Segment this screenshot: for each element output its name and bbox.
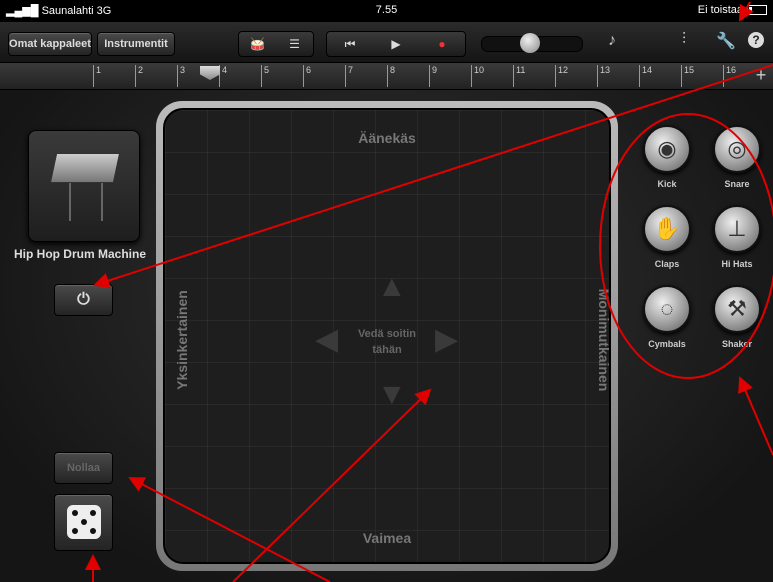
view-toggle: 🥁 ☰	[238, 31, 314, 57]
drum-label: Kick	[657, 179, 677, 189]
drum-machine-stand	[69, 183, 103, 221]
drum-label: Shaker	[721, 339, 753, 349]
drum-shaker-button[interactable]: ⚒ Shaker	[702, 285, 772, 349]
ruler-bar-16: 16	[723, 65, 736, 87]
ruler-bar-4: 4	[219, 65, 227, 87]
playhead-marker[interactable]	[200, 66, 220, 80]
ruler-bar-11: 11	[513, 65, 525, 87]
pad-hint-line2: tähän	[372, 344, 402, 356]
metronome-icon[interactable]: ♪	[608, 32, 616, 50]
rewind-icon[interactable]: ⏮	[327, 32, 373, 56]
ruler-bar-8: 8	[387, 65, 395, 87]
arrow-up-icon: ▲	[377, 270, 407, 303]
volume-knob[interactable]	[520, 33, 540, 53]
drum-snare-button[interactable]: ◎ Snare	[702, 125, 772, 189]
claps-icon: ✋	[643, 205, 691, 253]
snare-icon: ◎	[713, 125, 761, 173]
drum-label: Claps	[654, 259, 680, 269]
dice-icon	[66, 505, 101, 539]
xy-pad[interactable]: Äänekäs Vaimea Yksinkertainen Monimutkai…	[163, 108, 612, 564]
dice-button[interactable]	[54, 494, 113, 551]
drum-claps-button[interactable]: ✋ Claps	[632, 205, 702, 269]
ruler-bar-7: 7	[345, 65, 353, 87]
status-bar: ▂▄▆█ Saunalahti 3G 7.55 Ei toistaa	[0, 0, 773, 22]
instrument-thumbnail[interactable]	[28, 130, 140, 242]
pad-hint: Vedä soitin tähän	[165, 326, 609, 358]
arrow-down-icon: ▼	[377, 378, 407, 411]
ruler-bar-5: 5	[261, 65, 269, 87]
list-view-icon[interactable]: ☰	[276, 32, 313, 56]
drum-label: Cymbals	[648, 339, 686, 349]
pad-label-quiet: Vaimea	[362, 530, 412, 546]
drum-machine-icon	[49, 153, 121, 183]
shaker-icon: ⚒	[713, 285, 761, 333]
add-section-button[interactable]: +	[751, 65, 771, 85]
drum-view-icon[interactable]: 🥁	[239, 32, 276, 56]
play-icon[interactable]: ▶	[373, 32, 419, 56]
ruler-bar-14: 14	[639, 65, 652, 87]
ruler-bar-3: 3	[177, 65, 185, 87]
ruler-bar-12: 12	[555, 65, 568, 87]
clock: 7.55	[375, 4, 398, 16]
battery-icon	[747, 5, 767, 16]
power-icon: ⏻	[77, 291, 90, 308]
ruler-bar-6: 6	[303, 65, 311, 87]
drum-label: Snare	[724, 179, 750, 189]
hi-hats-icon: ⊥	[713, 205, 761, 253]
ruler-bar-2: 2	[135, 65, 143, 87]
my-songs-button[interactable]: Omat kappaleet	[8, 32, 92, 56]
mixer-icon[interactable]: ⫶	[682, 31, 686, 49]
instrument-name: Hip Hop Drum Machine	[13, 247, 146, 261]
pad-label-loud: Äänekäs	[358, 130, 416, 146]
cymbals-icon: ◌	[643, 285, 691, 333]
kick-icon: ◉	[643, 125, 691, 173]
transport-controls: ⏮ ▶ ●	[326, 31, 466, 57]
instruments-button[interactable]: Instrumentit	[97, 32, 175, 56]
drum-hi-hats-button[interactable]: ⊥ Hi Hats	[702, 205, 772, 269]
ruler-bar-1: 1	[93, 65, 101, 87]
reset-button[interactable]: Nollaa	[54, 452, 113, 484]
help-icon[interactable]: ?	[748, 32, 764, 48]
pad-hint-line1: Vedä soitin	[357, 328, 417, 340]
ruler-bar-9: 9	[429, 65, 437, 87]
wrench-icon[interactable]: 🔧	[716, 31, 736, 51]
drum-kick-button[interactable]: ◉ Kick	[632, 125, 702, 189]
playing-status: Ei toistaa	[698, 4, 767, 16]
drum-label: Hi Hats	[721, 259, 753, 269]
record-icon[interactable]: ●	[419, 32, 465, 56]
drum-cymbals-button[interactable]: ◌ Cymbals	[632, 285, 702, 349]
xy-pad-frame: Äänekäs Vaimea Yksinkertainen Monimutkai…	[156, 101, 618, 571]
toolbar: Omat kappaleet Instrumentit 🥁 ☰ ⏮ ▶ ● ♪ …	[0, 22, 773, 63]
ruler-bar-15: 15	[681, 65, 694, 87]
ruler-bar-13: 13	[597, 65, 610, 87]
power-button[interactable]: ⏻	[54, 284, 113, 316]
ruler-bar-10: 10	[471, 65, 484, 87]
timeline-ruler[interactable]: 1 2 3 4 5 6 7 8 9 10 11 12 13 14 15 16 +	[0, 63, 773, 90]
volume-slider[interactable]	[481, 33, 583, 53]
